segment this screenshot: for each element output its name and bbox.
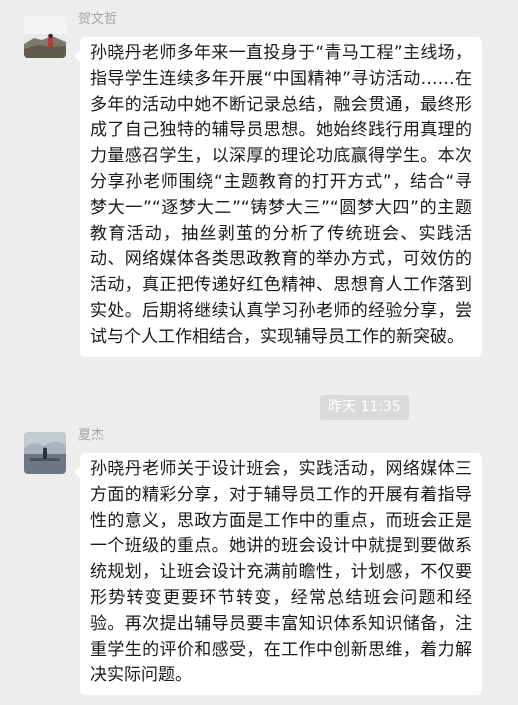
avatar[interactable]	[24, 16, 66, 58]
chat-message: 夏杰 孙晓丹老师关于设计班会，实践活动，网络媒体三方面的精彩分享，对于辅导员工作…	[0, 420, 518, 705]
sender-name: 贺文哲	[78, 12, 118, 27]
avatar[interactable]	[24, 432, 66, 474]
sender-name: 夏杰	[78, 428, 105, 443]
chat-message: 贺文哲 孙晓丹老师多年来一直投身于“青马工程”主线场，指导学生连续多年开展“中国…	[0, 0, 518, 380]
timestamp-label: 昨天 11:35	[320, 395, 409, 420]
message-bubble[interactable]: 孙晓丹老师关于设计班会，实践活动，网络媒体三方面的精彩分享，对于辅导员工作的开展…	[74, 453, 482, 696]
message-bubble[interactable]: 孙晓丹老师多年来一直投身于“青马工程”主线场，指导学生连续多年开展“中国精神”寻…	[74, 37, 482, 357]
